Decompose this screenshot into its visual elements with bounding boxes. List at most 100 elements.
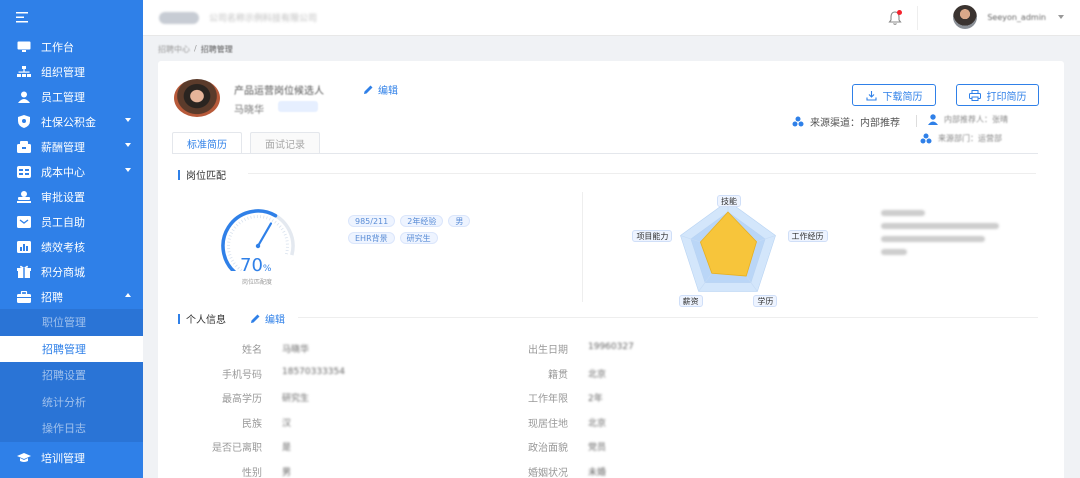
info-value: 北京 (588, 369, 607, 380)
download-label: 下载简历 (882, 91, 923, 103)
gauge-tick (230, 259, 234, 262)
info-value: 男 (282, 467, 292, 478)
sidebar-item-5[interactable]: 薪酬管理 (0, 134, 143, 159)
gauge-tick (247, 216, 249, 220)
gauge-tick (282, 230, 286, 233)
sidebar-item-8[interactable]: 员工自助 (0, 209, 143, 234)
gauge-hub (255, 243, 261, 249)
sidebar-item-training[interactable]: 培训管理 (0, 444, 143, 472)
username: Seeyon_admin (987, 12, 1046, 22)
referrer-dept-info: 来源部门：运营部 (920, 133, 1002, 144)
download-icon (865, 90, 877, 101)
gauge-tick (278, 225, 282, 228)
sidebar-item-label: 成本中心 (41, 165, 85, 179)
edit-position-link[interactable]: 编辑 (363, 82, 398, 97)
source-divider (916, 115, 917, 127)
sidebar-item-label: 审批设置 (41, 190, 85, 204)
sidebar-subitem-4[interactable]: 统计分析 (0, 389, 143, 416)
tab-standard-resume[interactable]: 标准简历 (172, 132, 242, 154)
gauge-tick (271, 218, 274, 222)
match-tag: EHR背景 (348, 232, 395, 244)
gauge-tick (243, 218, 246, 222)
summary-line (881, 249, 907, 255)
sidebar-item-4[interactable]: 社保公积金 (0, 109, 143, 134)
stamp-icon (16, 189, 31, 204)
summary-line (881, 210, 925, 216)
sidebar-item-3[interactable]: 员工管理 (0, 84, 143, 109)
match-tag: 2年经验 (400, 215, 444, 227)
sidebar-item-label: 组织管理 (41, 65, 85, 79)
info-value: 北京 (588, 418, 607, 429)
match-percent-unit: % (262, 264, 272, 274)
download-resume-button[interactable]: 下载简历 (852, 84, 936, 106)
info-label: 姓名 (242, 345, 262, 356)
gauge-tick (238, 221, 241, 225)
summary-line (881, 236, 985, 242)
gauge-tick (228, 254, 232, 256)
briefcase-icon (16, 289, 31, 304)
print-resume-button[interactable]: 打印简历 (956, 84, 1039, 106)
info-value: 2年 (588, 394, 603, 404)
source-label: 来源渠道：内部推荐 (810, 118, 900, 129)
breadcrumb-prev[interactable]: 招聘中心 (158, 44, 190, 55)
candidate-avatar (174, 79, 220, 117)
sidebar-item-11[interactable]: 招聘 (0, 284, 143, 309)
notification-dot (897, 10, 902, 15)
gauge-tick (234, 264, 238, 268)
sidebar-item-1[interactable]: 工作台 (0, 34, 143, 59)
match-section-title: 岗位匹配 (178, 167, 226, 182)
sidebar-item-label: 招聘 (41, 290, 63, 304)
menu-toggle-icon[interactable] (0, 0, 143, 34)
referrer-text: 内部推荐人：张晴 (944, 115, 1008, 124)
sidebar-subitem-1[interactable]: 职位管理 (0, 309, 143, 336)
info-value: 18570333354 (282, 366, 345, 377)
print-label: 打印简历 (986, 91, 1027, 103)
sidebar-item-6[interactable]: 成本中心 (0, 159, 143, 184)
section-marker (178, 313, 180, 324)
gauge-tick (268, 217, 271, 221)
referrer-dept-text: 来源部门：运营部 (938, 134, 1002, 143)
info-label: 最高学历 (222, 394, 262, 405)
printer-icon (968, 89, 981, 101)
breadcrumb-current: 招聘管理 (200, 45, 233, 54)
sidebar: 工作台组织管理员工管理 社保公积金 薪酬管理成本中心审批设置员工自助 绩效考核 积分商城… (0, 0, 143, 478)
radar-label: 学历 (753, 295, 778, 308)
source-channel: 来源渠道：内部推荐 (792, 114, 900, 129)
gauge-tick (274, 220, 277, 224)
info-value: 马晓华 (282, 345, 310, 355)
resume-card: 产品运营岗位候选人 编辑 马晓华 下载简历 打印简历 来源渠道：内部推荐 内部推… (158, 61, 1064, 478)
chevron-down-icon (125, 168, 131, 172)
section-divider (248, 173, 1036, 174)
sidebar-item-9[interactable]: 绩效考核 (0, 234, 143, 259)
sidebar-item-2[interactable]: 组织管理 (0, 59, 143, 84)
gauge-tick (284, 236, 288, 239)
gauge-tick (285, 240, 289, 242)
sidebar-subitem-2[interactable]: 招聘管理 (0, 335, 143, 362)
org-icon (16, 64, 31, 79)
edit-info-link[interactable]: 编辑 (250, 311, 285, 326)
self-service-icon (16, 214, 31, 229)
gauge-tick (284, 252, 289, 255)
department-icon (920, 133, 932, 144)
sidebar-subitem-5[interactable]: 操作日志 (0, 415, 143, 442)
chevron-down-icon (1058, 15, 1064, 19)
user-menu[interactable]: Seeyon_admin (953, 5, 1064, 29)
tab-interview-records[interactable]: 面试记录 (250, 132, 320, 154)
gauge-tick (263, 215, 265, 219)
chevron-down-icon (125, 118, 131, 122)
bell-icon[interactable] (888, 10, 902, 26)
radar-label: 项目能力 (632, 229, 673, 242)
sidebar-item-7[interactable]: 审批设置 (0, 184, 143, 209)
breadcrumb: 招聘中心 / 招聘管理 (158, 44, 233, 55)
sidebar-item-10[interactable]: 积分商城 (0, 259, 143, 284)
radar-label: 技能 (717, 195, 741, 207)
info-section-label: 个人信息 (186, 315, 226, 326)
wallet-icon (16, 139, 31, 154)
position-title: 产品运营岗位候选人 (234, 86, 324, 97)
sidebar-subitem-3[interactable]: 招聘设置 (0, 362, 143, 389)
monitor-icon (16, 39, 31, 54)
source-icon (792, 116, 804, 127)
radar-label: 薪资 (678, 295, 703, 308)
chevron-up-icon (125, 293, 131, 297)
referrer-info: 内部推荐人：张晴 (928, 114, 1008, 125)
